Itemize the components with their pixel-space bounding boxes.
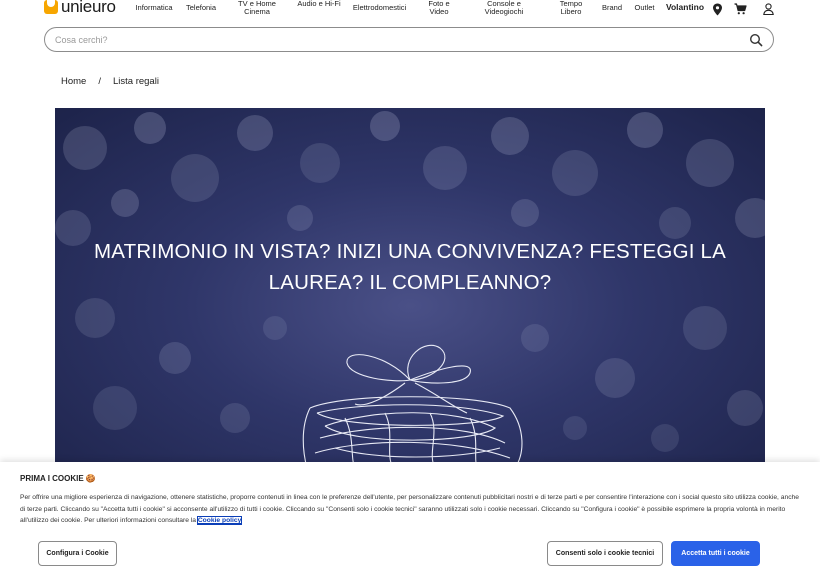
cookie-text: Per offrire una migliore esperienza di n…: [20, 492, 802, 527]
hero-title: MATRIMONIO IN VISTA? INIZI UNA CONVIVENZ…: [94, 240, 726, 294]
search-bar: [44, 27, 774, 52]
location-pin-icon[interactable]: [710, 2, 724, 16]
unieuro-logo[interactable]: unieuro: [44, 0, 116, 15]
breadcrumb-home[interactable]: Home: [61, 76, 86, 87]
hero-banner: MATRIMONIO IN VISTA? INIZI UNA CONVIVENZ…: [55, 108, 765, 468]
search-input[interactable]: [55, 33, 735, 47]
cart-icon[interactable]: [733, 2, 747, 16]
configure-cookies-button[interactable]: Configura i Cookie: [38, 541, 117, 566]
nav-brand[interactable]: Brand: [600, 4, 624, 12]
cookie-description: Per offrire una migliore esperienza di n…: [20, 494, 799, 525]
nav-volantino[interactable]: Volantino: [664, 3, 706, 12]
top-header: unieuro Informatica Telefonia TV e Home …: [0, 0, 820, 20]
nav-outlet[interactable]: Outlet: [631, 4, 658, 12]
nav-audio-hifi[interactable]: Audio e Hi-Fi: [296, 0, 342, 8]
cookie-policy-link[interactable]: Cookie policy: [196, 516, 243, 526]
breadcrumb-current: Lista regali: [112, 76, 159, 87]
nav-tempo-libero[interactable]: Tempo Libero: [555, 0, 587, 16]
nav-tv-home-cinema[interactable]: TV e Home Cinema: [234, 0, 280, 16]
cookie-banner: PRIMA I COOKIE 🍪 Per offrire una miglior…: [0, 462, 820, 577]
technical-cookies-only-button[interactable]: Consenti solo i cookie tecnici: [547, 541, 663, 566]
logo-mark-icon: [44, 0, 58, 14]
nav-elettrodomestici[interactable]: Elettrodomestici: [348, 4, 411, 12]
logo-text: unieuro: [61, 0, 116, 16]
cookie-title: PRIMA I COOKIE 🍪: [20, 474, 96, 483]
nav-informatica[interactable]: Informatica: [133, 4, 175, 12]
breadcrumb: Home / Lista regali: [61, 76, 159, 87]
user-icon[interactable]: [761, 2, 775, 16]
gift-scribble-illustration: [302, 344, 523, 468]
nav-telefonia[interactable]: Telefonia: [183, 4, 219, 12]
breadcrumb-separator: /: [98, 76, 101, 87]
nav-foto-video[interactable]: Foto e Video: [424, 0, 454, 16]
nav-console-videogiochi[interactable]: Console e Videogiochi: [480, 0, 528, 16]
accept-all-cookies-button[interactable]: Accetta tutti i cookie: [671, 541, 760, 566]
search-icon[interactable]: [749, 33, 763, 47]
